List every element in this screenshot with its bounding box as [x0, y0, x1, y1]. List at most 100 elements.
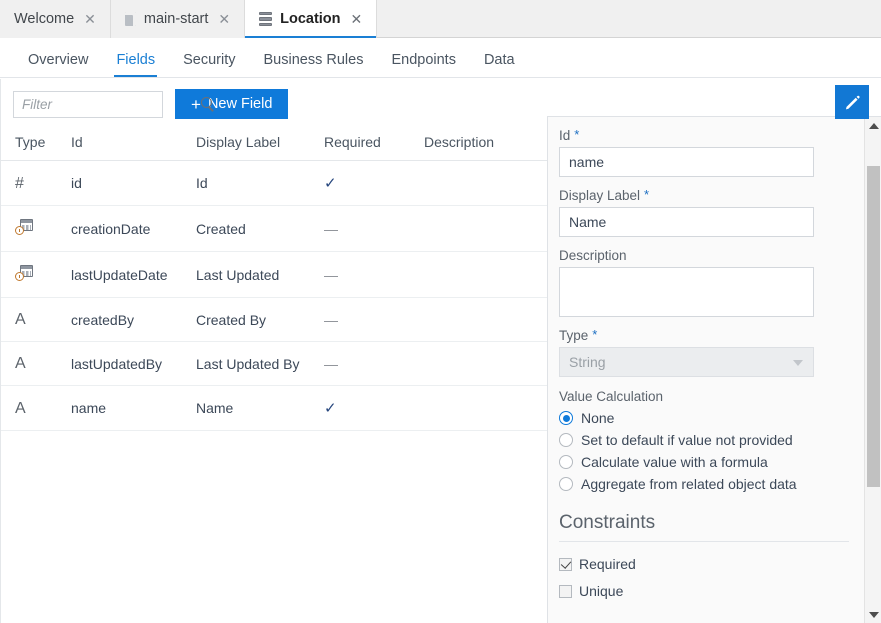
- editor-tab-label: main-start: [143, 11, 209, 27]
- cell-description: [424, 160, 547, 206]
- display-label-field-label: Display Label *: [559, 187, 850, 203]
- scrollbar-thumb[interactable]: [867, 166, 880, 487]
- id-field-input[interactable]: [559, 147, 814, 177]
- value-calculation-label: Value Calculation: [559, 389, 664, 404]
- radio-icon[interactable]: [559, 411, 573, 425]
- check-icon: ✓: [324, 175, 337, 192]
- cell-description: [424, 341, 547, 386]
- cell-required: —: [324, 205, 424, 252]
- radio-option-formula[interactable]: Calculate value with a formula: [559, 454, 850, 470]
- editor-tab-welcome[interactable]: Welcome ✕: [0, 0, 111, 38]
- column-header-id[interactable]: Id: [71, 128, 196, 161]
- table-row[interactable]: A createdBy Created By —: [1, 297, 547, 342]
- tab-endpoints[interactable]: Endpoints: [377, 52, 470, 77]
- radio-option-aggregate[interactable]: Aggregate from related object data: [559, 476, 850, 492]
- description-textarea[interactable]: [559, 267, 814, 317]
- column-header-type[interactable]: Type: [1, 128, 71, 161]
- filter-box[interactable]: [13, 90, 212, 118]
- cell-id: creationDate: [71, 205, 196, 252]
- required-asterisk-icon: *: [644, 187, 650, 202]
- dash-icon: —: [324, 220, 338, 237]
- radio-option-set-default[interactable]: Set to default if value not provided: [559, 432, 850, 448]
- panel-scrollbar[interactable]: [864, 117, 881, 623]
- app-window: Welcome ✕ main-start ✕ Location ✕ Overvi…: [0, 0, 881, 623]
- radio-option-none[interactable]: None: [559, 410, 850, 426]
- close-icon[interactable]: ✕: [82, 12, 96, 26]
- type-select-value: String: [569, 354, 606, 370]
- id-field-label: Id *: [559, 127, 850, 143]
- edit-button[interactable]: [835, 85, 869, 119]
- required-asterisk-icon: *: [574, 127, 580, 142]
- column-header-description[interactable]: Description: [424, 128, 547, 161]
- cell-description: [424, 385, 547, 431]
- file-icon: [124, 12, 136, 26]
- add-field-label: New Field: [207, 96, 273, 112]
- add-field-button[interactable]: + New Field: [175, 89, 289, 119]
- close-icon[interactable]: ✕: [349, 12, 363, 26]
- object-subnav: Overview Fields Security Business Rules …: [0, 38, 881, 78]
- dash-icon: —: [324, 311, 338, 328]
- string-icon: A: [15, 355, 26, 372]
- cell-display-label: Created: [196, 205, 324, 252]
- dash-icon: —: [324, 355, 338, 372]
- type-field-label: Type *: [559, 327, 850, 343]
- radio-icon[interactable]: [559, 433, 573, 447]
- string-icon: A: [15, 311, 26, 328]
- field-detail-form: Id * Display Label * Description Type * …: [548, 117, 864, 623]
- table-row[interactable]: creationDate Created —: [1, 205, 547, 252]
- constraints-heading: Constraints: [559, 512, 656, 533]
- cell-type: [1, 205, 71, 252]
- editor-tab-label: Welcome: [14, 11, 75, 27]
- display-label-input[interactable]: [559, 207, 814, 237]
- tab-security[interactable]: Security: [169, 52, 249, 77]
- pencil-icon: [845, 95, 860, 109]
- description-label-text: Description: [559, 248, 627, 263]
- editor-tab-strip: Welcome ✕ main-start ✕ Location ✕: [0, 0, 881, 39]
- cell-id: id: [71, 160, 196, 206]
- radio-label: Set to default if value not provided: [581, 432, 793, 448]
- close-icon[interactable]: ✕: [216, 12, 230, 26]
- string-icon: A: [15, 399, 26, 417]
- cell-required: —: [324, 341, 424, 386]
- editor-tab-location[interactable]: Location ✕: [245, 0, 378, 39]
- fields-table: Type Id Display Label Required Descripti…: [1, 128, 547, 431]
- checkbox-required[interactable]: Required: [559, 556, 850, 572]
- fields-table-body: # id Id ✓ creationDate Created — lastUpd…: [1, 160, 547, 431]
- cell-display-label: Last Updated By: [196, 341, 324, 386]
- table-row[interactable]: lastUpdateDate Last Updated —: [1, 251, 547, 298]
- checkbox-label: Unique: [579, 583, 624, 599]
- checkbox-label: Required: [579, 556, 636, 572]
- radio-icon[interactable]: [559, 477, 573, 491]
- radio-label: None: [581, 410, 615, 426]
- tab-business-rules[interactable]: Business Rules: [250, 52, 378, 77]
- checkbox-icon[interactable]: [559, 584, 572, 598]
- column-header-required[interactable]: Required: [324, 128, 424, 161]
- constraints-divider: [559, 541, 849, 542]
- fields-table-head: Type Id Display Label Required Descripti…: [1, 128, 547, 161]
- type-select: String: [559, 347, 814, 377]
- scroll-down-button[interactable]: [865, 606, 881, 623]
- table-row[interactable]: A name Name ✓: [1, 385, 547, 431]
- tab-overview[interactable]: Overview: [14, 52, 102, 77]
- tab-fields[interactable]: Fields: [102, 52, 169, 77]
- table-row[interactable]: # id Id ✓: [1, 160, 547, 206]
- search-icon[interactable]: [201, 97, 215, 111]
- cell-type: A: [1, 341, 71, 386]
- tab-data[interactable]: Data: [470, 52, 529, 77]
- checkbox-unique[interactable]: Unique: [559, 583, 850, 599]
- cell-required: ✓: [324, 385, 424, 431]
- editor-tab-main-start[interactable]: main-start ✕: [110, 0, 246, 38]
- scroll-up-button[interactable]: [865, 117, 881, 134]
- display-label-text: Display Label: [559, 188, 641, 203]
- cell-id: name: [71, 385, 196, 431]
- chevron-down-icon: [868, 611, 879, 618]
- table-row[interactable]: A lastUpdatedBy Last Updated By —: [1, 341, 547, 386]
- cell-required: —: [324, 297, 424, 342]
- cell-type: A: [1, 385, 71, 431]
- radio-icon[interactable]: [559, 455, 573, 469]
- chevron-up-icon: [868, 122, 879, 129]
- number-icon: #: [15, 174, 24, 192]
- description-field-label: Description: [559, 248, 850, 263]
- column-header-display-label[interactable]: Display Label: [196, 128, 324, 161]
- checkbox-icon[interactable]: [559, 557, 572, 571]
